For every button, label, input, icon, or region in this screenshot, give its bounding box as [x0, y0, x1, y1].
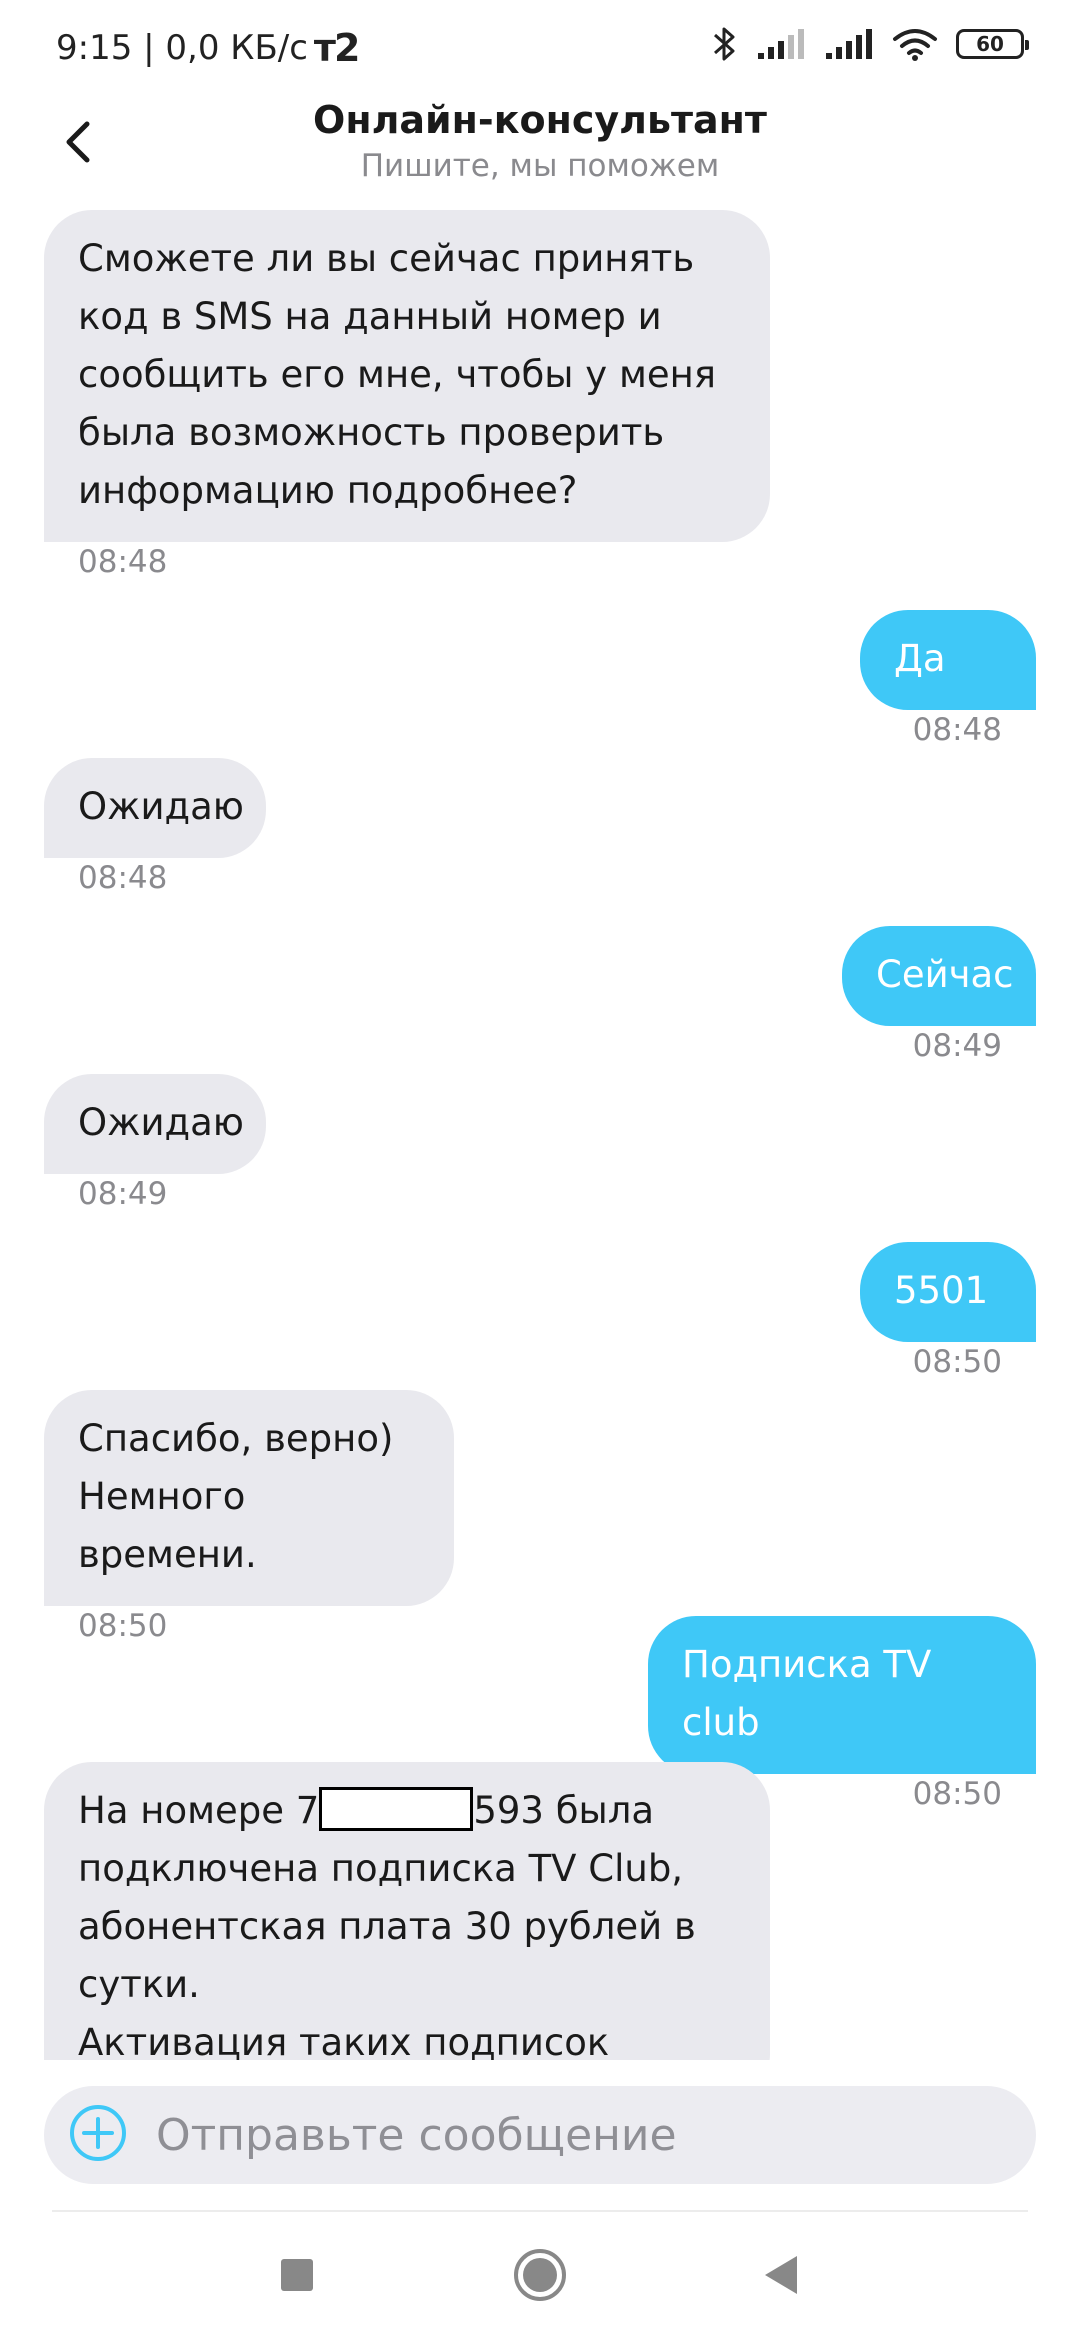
page-title: Онлайн-консультант: [313, 98, 767, 142]
carrier-logo: т2: [313, 26, 360, 70]
message-outgoing: Да 08:48: [860, 610, 1036, 748]
message-outgoing: Сейчас 08:49: [842, 926, 1036, 1064]
nav-home-button[interactable]: [505, 2242, 575, 2312]
message-text-prefix: На номере 7: [78, 1789, 320, 1832]
message-incoming: Ожидаю 08:49: [44, 1074, 266, 1212]
battery-icon: 60: [956, 29, 1029, 59]
message-outgoing: 5501 08:50: [860, 1242, 1036, 1380]
add-attachment-button[interactable]: [66, 2103, 130, 2167]
message-incoming: На номере 7 593 была подключена подписка …: [44, 1762, 770, 2060]
signal-icon-2: [824, 27, 874, 61]
status-left: 9:15 | 0,0 КБ/с т2: [56, 26, 360, 70]
square-icon: [279, 2257, 315, 2297]
plus-circle-icon: [68, 2103, 128, 2167]
message-bubble: Спасибо, верно) Немного времени.: [44, 1390, 454, 1606]
message-time: 08:50: [912, 1344, 1002, 1380]
nav-recent-apps-button[interactable]: [262, 2242, 332, 2312]
system-nav-bar: [0, 2212, 1080, 2340]
message-incoming: Ожидаю 08:48: [44, 758, 266, 896]
triangle-back-icon: [761, 2254, 801, 2300]
message-time: 08:48: [78, 544, 168, 580]
message-bubble: Да: [860, 610, 1036, 710]
message-bubble: Ожидаю: [44, 758, 266, 858]
message-input[interactable]: [154, 2108, 978, 2162]
message-time: 08:48: [78, 860, 168, 896]
message-incoming: Сможете ли вы сейчас принять код в SMS н…: [44, 210, 770, 580]
page-subtitle: Пишите, мы поможем: [360, 148, 720, 184]
bluetooth-icon: [712, 24, 738, 64]
signal-icon: [756, 27, 806, 61]
message-bubble: Сейчас: [842, 926, 1036, 1026]
circle-icon: [512, 2247, 568, 2307]
message-composer: [44, 2086, 1036, 2184]
message-incoming: Спасибо, верно) Немного времени. 08:50: [44, 1390, 454, 1644]
message-bubble: 5501: [860, 1242, 1036, 1342]
message-time: 08:49: [912, 1028, 1002, 1064]
nav-back-button[interactable]: [746, 2242, 816, 2312]
message-bubble: Ожидаю: [44, 1074, 266, 1174]
message-time: 08:50: [78, 1608, 168, 1644]
wifi-icon: [892, 27, 938, 61]
chat-header: Онлайн-консультант Пишите, мы поможем: [0, 96, 1080, 206]
message-bubble: Сможете ли вы сейчас принять код в SMS н…: [44, 210, 770, 542]
status-right: 60: [712, 24, 1029, 64]
message-bubble: На номере 7 593 была подключена подписка …: [44, 1762, 770, 2060]
status-bar: 9:15 | 0,0 КБ/с т2 60: [0, 0, 1080, 96]
redacted-phone-number: [319, 1787, 474, 1831]
message-time: 08:48: [912, 712, 1002, 748]
message-bubble: Подписка TV club: [648, 1616, 1036, 1774]
status-time-network: 9:15 | 0,0 КБ/с: [56, 28, 308, 68]
message-time: 08:49: [78, 1176, 168, 1212]
chat-messages[interactable]: Сможете ли вы сейчас принять код в SMS н…: [0, 206, 1080, 2060]
battery-level: 60: [976, 32, 1004, 56]
